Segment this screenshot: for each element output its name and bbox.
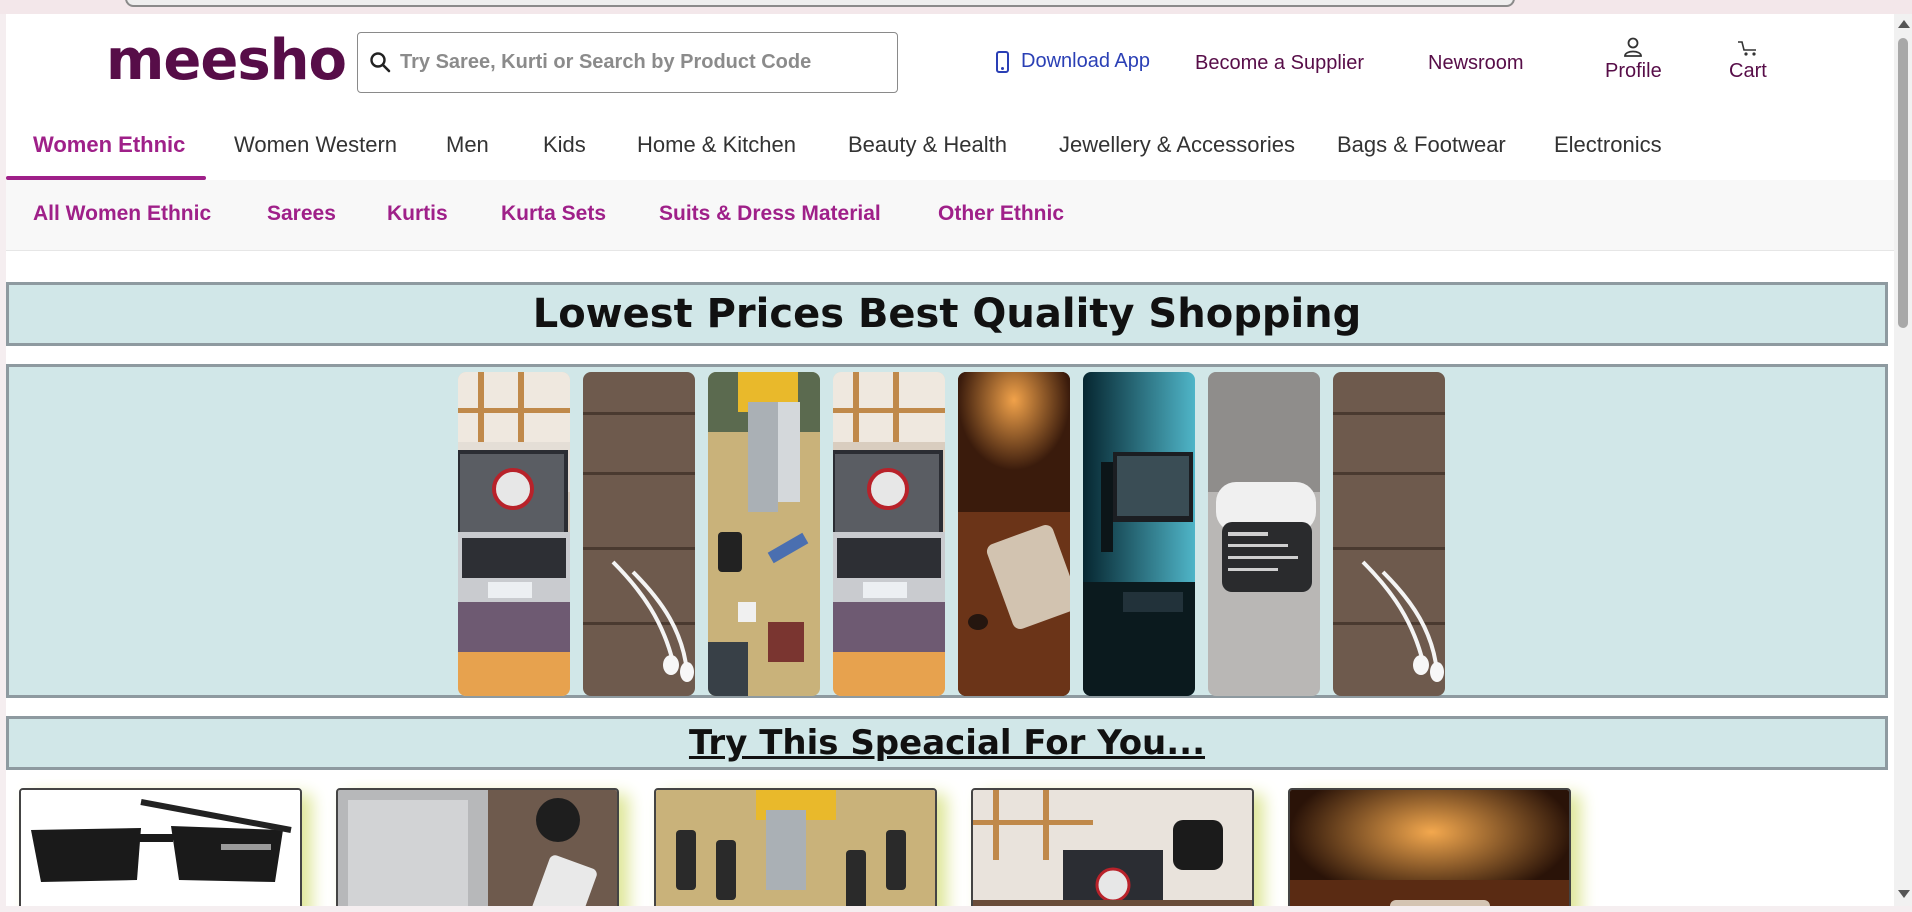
browser-address-strip (0, 0, 1912, 14)
tab-jewellery-accessories[interactable]: Jewellery & Accessories (1059, 132, 1295, 158)
tab-electronics[interactable]: Electronics (1554, 132, 1662, 158)
cart-button[interactable]: Cart (1729, 36, 1767, 83)
site-header: meesho Download App Become a Supplier Ne… (6, 14, 1894, 110)
tab-home-kitchen[interactable]: Home & Kitchen (637, 132, 796, 158)
meesho-logo[interactable]: meesho (106, 28, 347, 93)
address-bar[interactable] (125, 0, 1515, 7)
special-banner: Try This Speacial For You... (6, 716, 1888, 770)
gallery-image-earphones-wood[interactable] (583, 372, 695, 696)
headline-banner: Lowest Prices Best Quality Shopping (6, 282, 1888, 346)
search-input[interactable] (400, 33, 880, 92)
gallery-image-laptop-desk[interactable] (458, 372, 570, 696)
tab-women-western[interactable]: Women Western (234, 132, 397, 158)
cart-icon (1737, 41, 1756, 56)
sub-other-ethnic[interactable]: Other Ethnic (938, 202, 1064, 226)
scroll-up-arrow-icon[interactable] (1898, 20, 1910, 28)
search-icon (370, 52, 391, 73)
tab-bags-footwear[interactable]: Bags & Footwear (1337, 132, 1506, 158)
tab-beauty-health[interactable]: Beauty & Health (848, 132, 1007, 158)
sub-kurta-sets[interactable]: Kurta Sets (501, 202, 606, 226)
sub-sarees[interactable]: Sarees (267, 202, 336, 226)
sub-all-women-ethnic[interactable]: All Women Ethnic (33, 202, 211, 226)
newsroom-link[interactable]: Newsroom (1428, 52, 1524, 75)
special-title: Try This Speacial For You... (688, 723, 1206, 763)
become-supplier-link[interactable]: Become a Supplier (1195, 52, 1364, 75)
gallery-image-circuit-board[interactable] (708, 372, 820, 696)
subcategory-nav: All Women Ethnic Sarees Kurtis Kurta Set… (6, 180, 1894, 251)
product-card-circuit-board[interactable] (654, 788, 937, 906)
headline-text: Lowest Prices Best Quality Shopping (532, 291, 1362, 337)
scroll-down-arrow-icon[interactable] (1898, 890, 1910, 898)
product-card-desk-workspace[interactable] (971, 788, 1254, 906)
product-card-sunglasses[interactable] (19, 788, 302, 906)
profile-label: Profile (1605, 60, 1662, 82)
gallery-image-camera-device[interactable] (1208, 372, 1320, 696)
gallery-image-laptop-desk-2[interactable] (833, 372, 945, 696)
scrollbar-thumb[interactable] (1898, 38, 1908, 328)
vertical-scrollbar[interactable] (1894, 14, 1912, 906)
image-gallery (6, 364, 1888, 698)
page-viewport: meesho Download App Become a Supplier Ne… (6, 14, 1894, 906)
user-icon (1624, 37, 1643, 57)
cart-label: Cart (1729, 60, 1767, 82)
gallery-image-phone-table[interactable] (958, 372, 1070, 696)
download-app-label: Download App (1021, 50, 1150, 72)
search-box[interactable] (357, 32, 898, 93)
download-app-link[interactable]: Download App (996, 50, 1150, 73)
profile-button[interactable]: Profile (1605, 36, 1662, 83)
product-card-laptop-phone[interactable] (336, 788, 619, 906)
product-card-phone-table[interactable] (1288, 788, 1571, 906)
tab-women-ethnic[interactable]: Women Ethnic (33, 132, 185, 158)
phone-icon (996, 50, 1009, 73)
category-nav: Women Ethnic Women Western Men Kids Home… (6, 110, 1894, 180)
sub-suits-dress-material[interactable]: Suits & Dress Material (659, 202, 881, 226)
gallery-image-earphones-wood-2[interactable] (1333, 372, 1445, 696)
browser-window: meesho Download App Become a Supplier Ne… (0, 0, 1912, 912)
gallery-image-monitor-setup[interactable] (1083, 372, 1195, 696)
tab-kids[interactable]: Kids (543, 132, 586, 158)
sub-kurtis[interactable]: Kurtis (387, 202, 448, 226)
tab-men[interactable]: Men (446, 132, 489, 158)
